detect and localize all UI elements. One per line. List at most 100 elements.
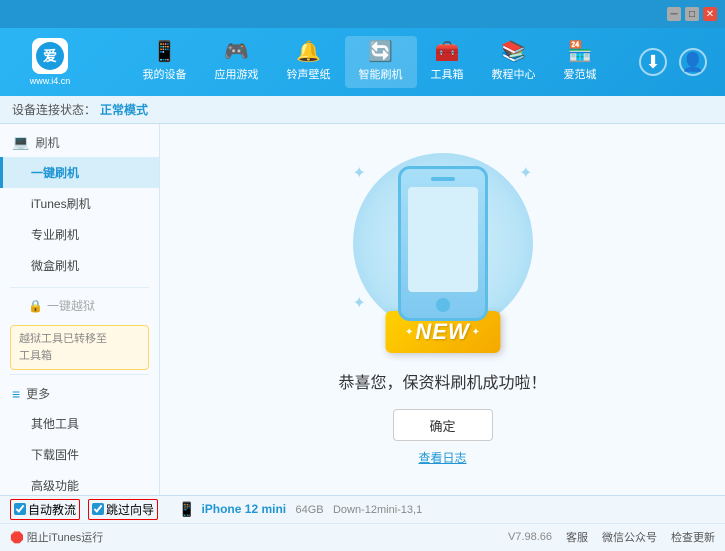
- bottom-section: 自动教流 跳过向导 📱 iPhone 12 mini 64GB Down-12m…: [0, 495, 725, 551]
- download-firmware-label: 下载固件: [31, 448, 79, 462]
- nav-item-apps[interactable]: 🎮 应用游戏: [201, 36, 273, 88]
- smart-flash-label: 智能刷机: [359, 66, 403, 82]
- auto-flash-checkbox[interactable]: [14, 503, 26, 515]
- advanced-label: 高级功能: [31, 479, 79, 493]
- illustration: ✦ ✦ ✦ ✦ NEW ✦: [343, 153, 543, 353]
- title-bar: ─ □ ✕: [0, 0, 725, 28]
- flash-group-icon: 💻: [12, 134, 29, 151]
- sidebar-item-download-firmware[interactable]: 下载固件: [0, 439, 159, 470]
- sidebar-item-restore-flash[interactable]: 微盒刷机: [0, 250, 159, 281]
- fan-city-label: 爱范城: [564, 66, 597, 82]
- header: 爱 www.i4.cn 📱 我的设备 🎮 应用游戏 🔔 铃声壁纸 🔄 智能刷机 …: [0, 28, 725, 96]
- skip-wizard-checkbox[interactable]: [92, 503, 104, 515]
- itunes-status-text: 阻止iTunes运行: [27, 529, 104, 545]
- more-group-header: ≡ 更多: [0, 379, 159, 408]
- phone-small-icon: 📱: [178, 501, 195, 518]
- ringtone-label: 铃声壁纸: [287, 66, 331, 82]
- phone-button: [436, 298, 450, 312]
- more-icon: ≡: [12, 386, 20, 402]
- nav-item-toolbox[interactable]: 🧰 工具箱: [417, 36, 478, 88]
- bottom-right-links: V7.98.66 客服 微信公众号 检查更新: [508, 529, 715, 545]
- sidebar-item-pro-flash[interactable]: 专业刷机: [0, 219, 159, 250]
- nav-item-smart-flash[interactable]: 🔄 智能刷机: [345, 36, 417, 88]
- status-value: 正常模式: [100, 101, 148, 118]
- user-icon: 👤: [682, 52, 704, 73]
- nav-items: 📱 我的设备 🎮 应用游戏 🔔 铃声壁纸 🔄 智能刷机 🧰 工具箱 📚 教程中心…: [100, 36, 639, 88]
- sidebar-notice: 越狱工具已转移至 工具箱: [10, 325, 149, 370]
- version-text: V7.98.66: [508, 531, 552, 543]
- device-storage: 64GB: [295, 504, 323, 516]
- tutorial-icon: 📚: [501, 42, 526, 62]
- device-name: iPhone 12 mini: [201, 502, 286, 516]
- phone-screen: [408, 187, 478, 292]
- itunes-status: 🛑 阻止iTunes运行: [10, 529, 170, 545]
- sparkle-bottom-left: ✦: [353, 293, 366, 313]
- flash-group-label: 刷机: [35, 134, 59, 151]
- sidebar-item-advanced[interactable]: 高级功能: [0, 470, 159, 495]
- main-content: 💻 刷机 一键刷机 iTunes刷机 专业刷机 微盒刷机 🔒 一键越狱 越狱工具…: [0, 124, 725, 495]
- phone-illustration: [398, 166, 488, 321]
- content-area: ✦ ✦ ✦ ✦ NEW ✦: [160, 124, 725, 495]
- logo-circle: 爱: [36, 42, 64, 70]
- status-row: 🛑 阻止iTunes运行 V7.98.66 客服 微信公众号 检查更新: [0, 524, 725, 551]
- more-label: 更多: [26, 385, 50, 402]
- sidebar-item-itunes[interactable]: iTunes刷机: [0, 188, 159, 219]
- new-star-left: ✦: [405, 327, 413, 338]
- itunes-status-icon: 🛑: [10, 531, 24, 544]
- sidebar-item-one-click[interactable]: 一键刷机: [0, 157, 159, 188]
- nav-item-tutorial[interactable]: 📚 教程中心: [478, 36, 550, 88]
- new-star-right: ✦: [472, 327, 480, 338]
- auto-flash-checkbox-group: 自动教流: [10, 499, 80, 520]
- fan-city-icon: 🏪: [568, 42, 593, 62]
- minimize-button[interactable]: ─: [667, 7, 681, 21]
- flash-section: 💻 刷机 一键刷机 iTunes刷机 专业刷机 微盒刷机: [0, 124, 159, 285]
- logo: 爱 www.i4.cn: [10, 38, 90, 87]
- nav-item-ringtone[interactable]: 🔔 铃声壁纸: [273, 36, 345, 88]
- skip-wizard-checkbox-group: 跳过向导: [88, 499, 158, 520]
- download-icon: ⬇: [645, 52, 660, 73]
- confirm-button[interactable]: 确定: [393, 409, 493, 441]
- close-button[interactable]: ✕: [703, 7, 717, 21]
- skip-wizard-label: 跳过向导: [106, 501, 154, 518]
- status-label: 设备连接状态：: [12, 101, 96, 118]
- my-device-icon: 📱: [152, 42, 177, 62]
- new-text: NEW: [415, 319, 469, 345]
- check-update-link[interactable]: 检查更新: [671, 529, 715, 545]
- header-right: ⬇ 👤: [639, 48, 715, 76]
- nav-item-fan-city[interactable]: 🏪 爱范城: [550, 36, 611, 88]
- pro-flash-label: 专业刷机: [31, 228, 79, 242]
- one-click-label: 一键刷机: [31, 166, 79, 180]
- other-tools-label: 其他工具: [31, 417, 79, 431]
- device-info: 📱 iPhone 12 mini 64GB Down-12mini-13,1: [178, 501, 422, 518]
- sidebar-item-other-tools[interactable]: 其他工具: [0, 408, 159, 439]
- circle-background: ✦ ✦ ✦: [353, 153, 533, 333]
- daily-link[interactable]: 查看日志: [418, 449, 466, 466]
- my-device-label: 我的设备: [143, 66, 187, 82]
- lock-icon: 🔒: [28, 299, 43, 313]
- flash-group-header: 💻 刷机: [0, 128, 159, 157]
- window-controls: ─ □ ✕: [667, 7, 717, 21]
- itunes-label: iTunes刷机: [31, 197, 91, 211]
- wechat-link[interactable]: 微信公众号: [602, 529, 657, 545]
- status-bar: 设备连接状态： 正常模式: [0, 96, 725, 124]
- sidebar-divider-2: [10, 374, 149, 375]
- apps-label: 应用游戏: [215, 66, 259, 82]
- tutorial-label: 教程中心: [492, 66, 536, 82]
- device-row: 自动教流 跳过向导 📱 iPhone 12 mini 64GB Down-12m…: [0, 496, 725, 524]
- device-details: iPhone 12 mini 64GB Down-12mini-13,1: [201, 502, 422, 516]
- toolbox-label: 工具箱: [431, 66, 464, 82]
- smart-flash-icon: 🔄: [368, 42, 393, 62]
- restore-flash-label: 微盒刷机: [31, 259, 79, 273]
- apps-icon: 🎮: [224, 42, 249, 62]
- user-button[interactable]: 👤: [679, 48, 707, 76]
- sparkle-left-top: ✦: [353, 163, 366, 183]
- toolbox-icon: 🧰: [435, 42, 460, 62]
- customer-service-link[interactable]: 客服: [566, 529, 588, 545]
- download-button[interactable]: ⬇: [639, 48, 667, 76]
- nav-item-my-device[interactable]: 📱 我的设备: [129, 36, 201, 88]
- ringtone-icon: 🔔: [296, 42, 321, 62]
- maximize-button[interactable]: □: [685, 7, 699, 21]
- device-version: Down-12mini-13,1: [333, 504, 422, 516]
- jailbreak-group-header: 🔒 一键越狱: [0, 290, 159, 321]
- logo-symbol: 爱: [43, 46, 57, 66]
